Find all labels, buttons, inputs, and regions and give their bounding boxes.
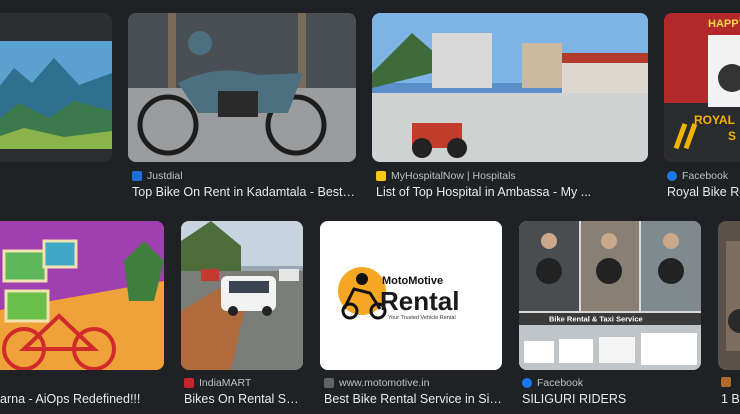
myhospitalnow-icon	[376, 171, 386, 181]
result-thumbnail[interactable]: Bike Rental & Taxi Service	[519, 221, 701, 370]
result-title[interactable]: Top Bike On Rent in Kadamtala - Best ...	[132, 185, 356, 199]
result-thumbnail[interactable]	[0, 13, 112, 162]
result-source: MyHospitalNow | Hospitals	[376, 170, 516, 182]
result-source: Justdial	[132, 170, 183, 182]
result-source-label: www.motomotive.in	[339, 377, 430, 389]
site-icon	[721, 377, 731, 387]
result-thumbnail[interactable]	[372, 13, 648, 162]
result-title[interactable]: 1 B	[721, 392, 740, 406]
result-source: IndiaMART	[184, 377, 251, 389]
result-source: www.motomotive.in	[324, 377, 429, 389]
result-source-label: Justdial	[147, 170, 183, 182]
overlay-s: S	[728, 129, 736, 143]
result-source-label: Facebook	[682, 170, 729, 182]
facebook-icon	[667, 171, 677, 181]
facebook-icon	[522, 378, 532, 388]
result-title[interactable]: Best Bike Rental Service in Sil...	[324, 392, 502, 406]
overlay-happy: HAPPY	[708, 18, 740, 30]
result-title[interactable]: SILIGURI RIDERS	[522, 392, 701, 406]
globe-icon	[324, 378, 334, 388]
result-thumbnail[interactable]	[0, 221, 164, 370]
result-title[interactable]: arna - AiOps Redefined!!!	[0, 392, 164, 406]
result-thumbnail[interactable]: HAPPY ROYAL S	[664, 13, 740, 162]
result-source-label: MyHospitalNow | Hospitals	[391, 170, 516, 182]
result-title[interactable]: List of Top Hospital in Ambassa - My ...	[376, 185, 648, 199]
result-thumbnail[interactable]	[718, 221, 740, 370]
logo-main-text: Rental	[380, 286, 459, 316]
justdial-icon	[132, 171, 142, 181]
result-thumbnail[interactable]	[181, 221, 303, 370]
result-source	[721, 377, 731, 387]
indiamart-icon	[184, 378, 194, 388]
result-title[interactable]: Royal Bike Re	[667, 185, 740, 199]
result-title[interactable]: Bikes On Rental Se...	[184, 392, 303, 406]
result-thumbnail[interactable]: MotoMotive Rental Your Trusted Vehicle R…	[320, 221, 502, 370]
result-source: Facebook	[667, 170, 728, 182]
result-thumbnail[interactable]	[128, 13, 356, 162]
logo-tagline: Your Trusted Vehicle Rental	[388, 315, 456, 321]
result-source: Facebook	[522, 377, 583, 389]
result-source-label: IndiaMART	[199, 377, 252, 389]
overlay-royal: ROYAL	[694, 113, 735, 127]
result-source-label: Facebook	[537, 377, 584, 389]
overlay-banner-text: Bike Rental & Taxi Service	[549, 315, 643, 324]
